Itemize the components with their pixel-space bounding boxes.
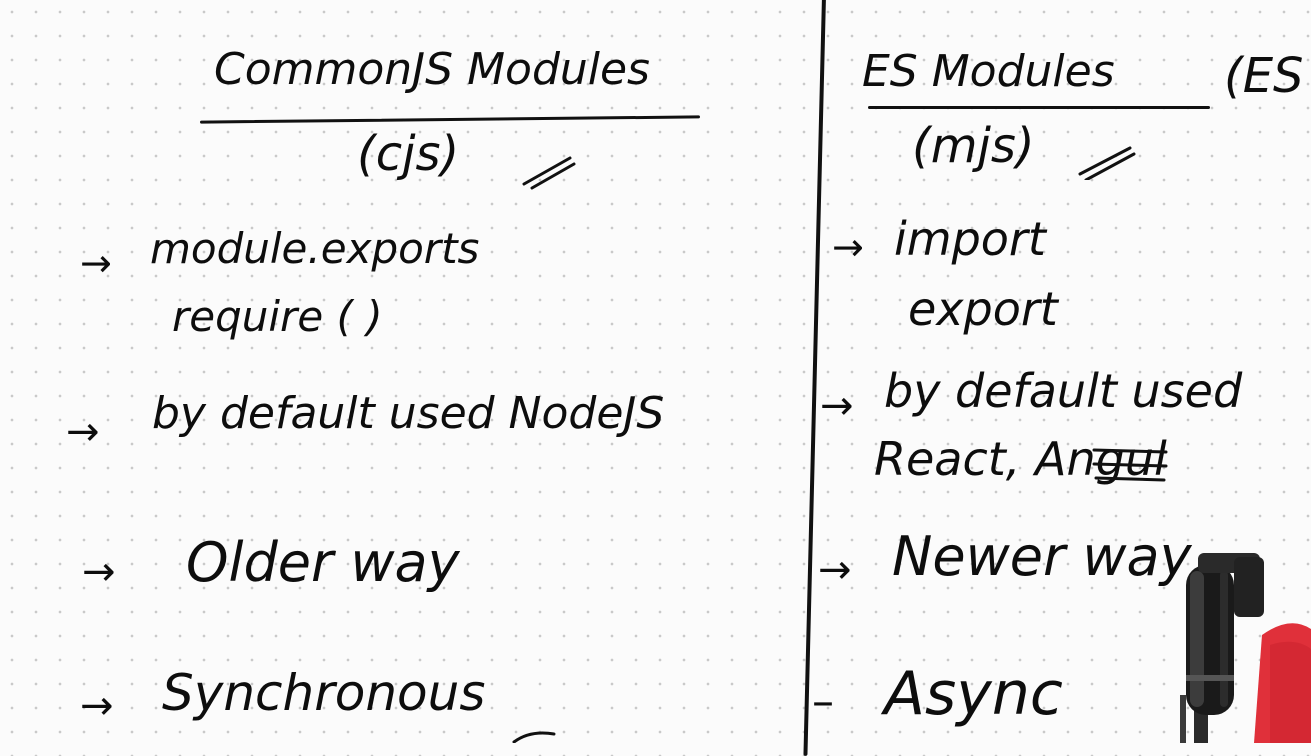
right-item1-line1: import (894, 212, 1046, 266)
right-title-extra: (ES (1224, 48, 1304, 104)
left-subtitle: (cjs) (357, 126, 460, 182)
right-title: ES Modules (862, 46, 1115, 97)
left-title-underline (199, 115, 701, 124)
left-item1-line1: module.exports (150, 224, 480, 273)
microphone-icon (1180, 553, 1311, 743)
left-subtitle-marks (522, 156, 576, 190)
right-item4: Async (884, 659, 1063, 729)
left-item3: Older way (186, 531, 460, 594)
right-item2-line2-text: React, Ang (874, 432, 1125, 486)
right-item3: Newer way (892, 525, 1192, 588)
left-item1-line2: require ( ) (172, 292, 383, 341)
right-item1-line2: export (908, 282, 1058, 336)
left-item3-arrow: → (82, 549, 116, 595)
left-item1-arrow: → (80, 241, 112, 285)
right-item2-arrow: → (820, 383, 854, 429)
right-subtitle-marks (1078, 146, 1136, 180)
right-item2-crossout (1092, 448, 1168, 482)
right-item2-line1: by default used (884, 364, 1243, 418)
right-item4-dash: – (812, 676, 834, 727)
left-item2: by default used NodeJS (152, 388, 665, 439)
left-bottom-stroke (512, 731, 556, 743)
left-item4: Synchronous (162, 664, 486, 722)
right-item3-arrow: → (818, 547, 852, 593)
left-title: CommonJS Modules (214, 44, 650, 95)
left-item2-arrow: → (66, 409, 100, 455)
right-item1-arrow: → (832, 225, 864, 269)
left-item4-arrow: → (80, 683, 114, 729)
column-divider (803, 0, 826, 756)
right-subtitle: (mjs) (912, 118, 1035, 174)
right-title-underline (868, 106, 1210, 109)
